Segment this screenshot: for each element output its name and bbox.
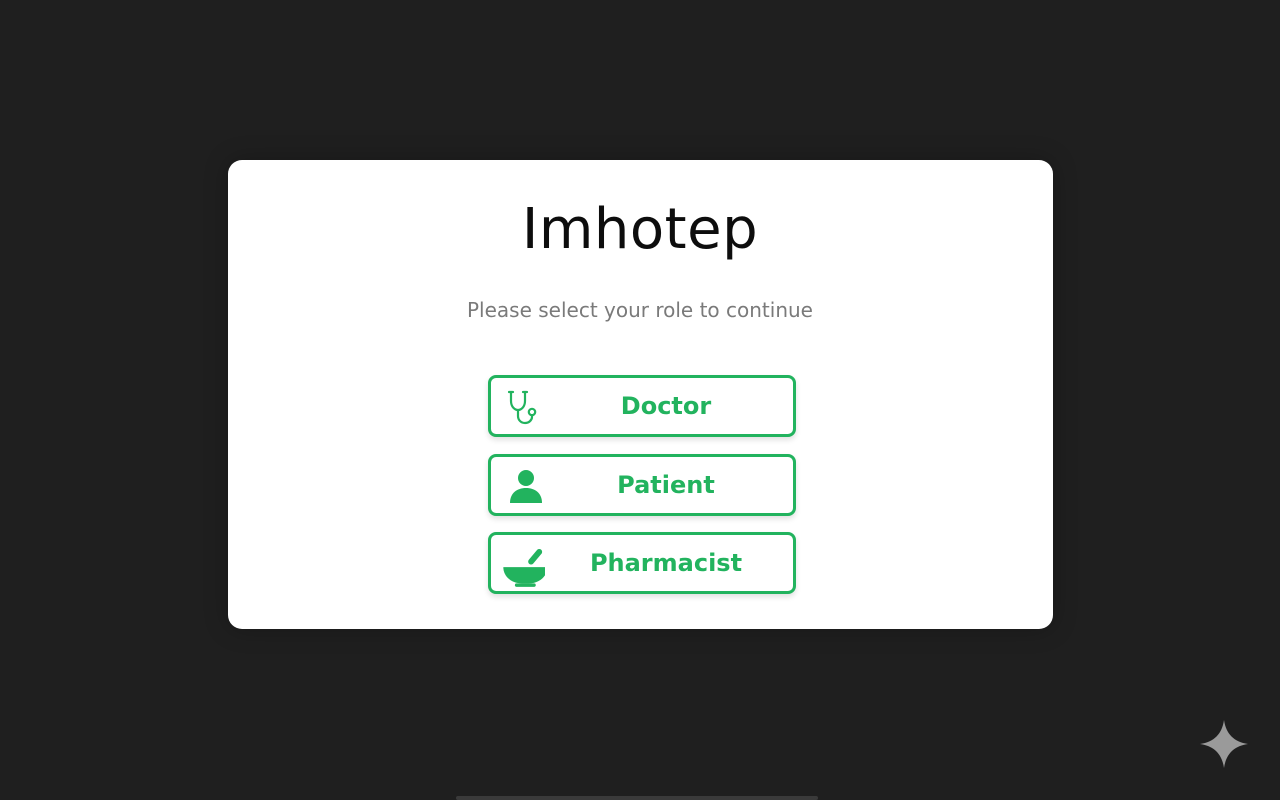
pharmacist-role-label: Pharmacist bbox=[589, 549, 743, 577]
doctor-role-button[interactable]: Doctor bbox=[488, 375, 796, 437]
stethoscope-icon bbox=[507, 390, 537, 425]
sparkle-icon bbox=[1200, 720, 1248, 768]
doctor-role-label: Doctor bbox=[620, 392, 712, 420]
app-screen: Imhotep Please select your role to conti… bbox=[0, 0, 1280, 800]
app-title: Imhotep bbox=[521, 197, 759, 262]
home-indicator bbox=[456, 796, 818, 800]
person-icon bbox=[510, 470, 542, 503]
role-prompt: Please select your role to continue bbox=[466, 298, 813, 322]
pharmacist-role-button[interactable]: Pharmacist bbox=[488, 532, 796, 594]
patient-role-button[interactable]: Patient bbox=[488, 454, 796, 516]
patient-role-label: Patient bbox=[617, 471, 715, 499]
